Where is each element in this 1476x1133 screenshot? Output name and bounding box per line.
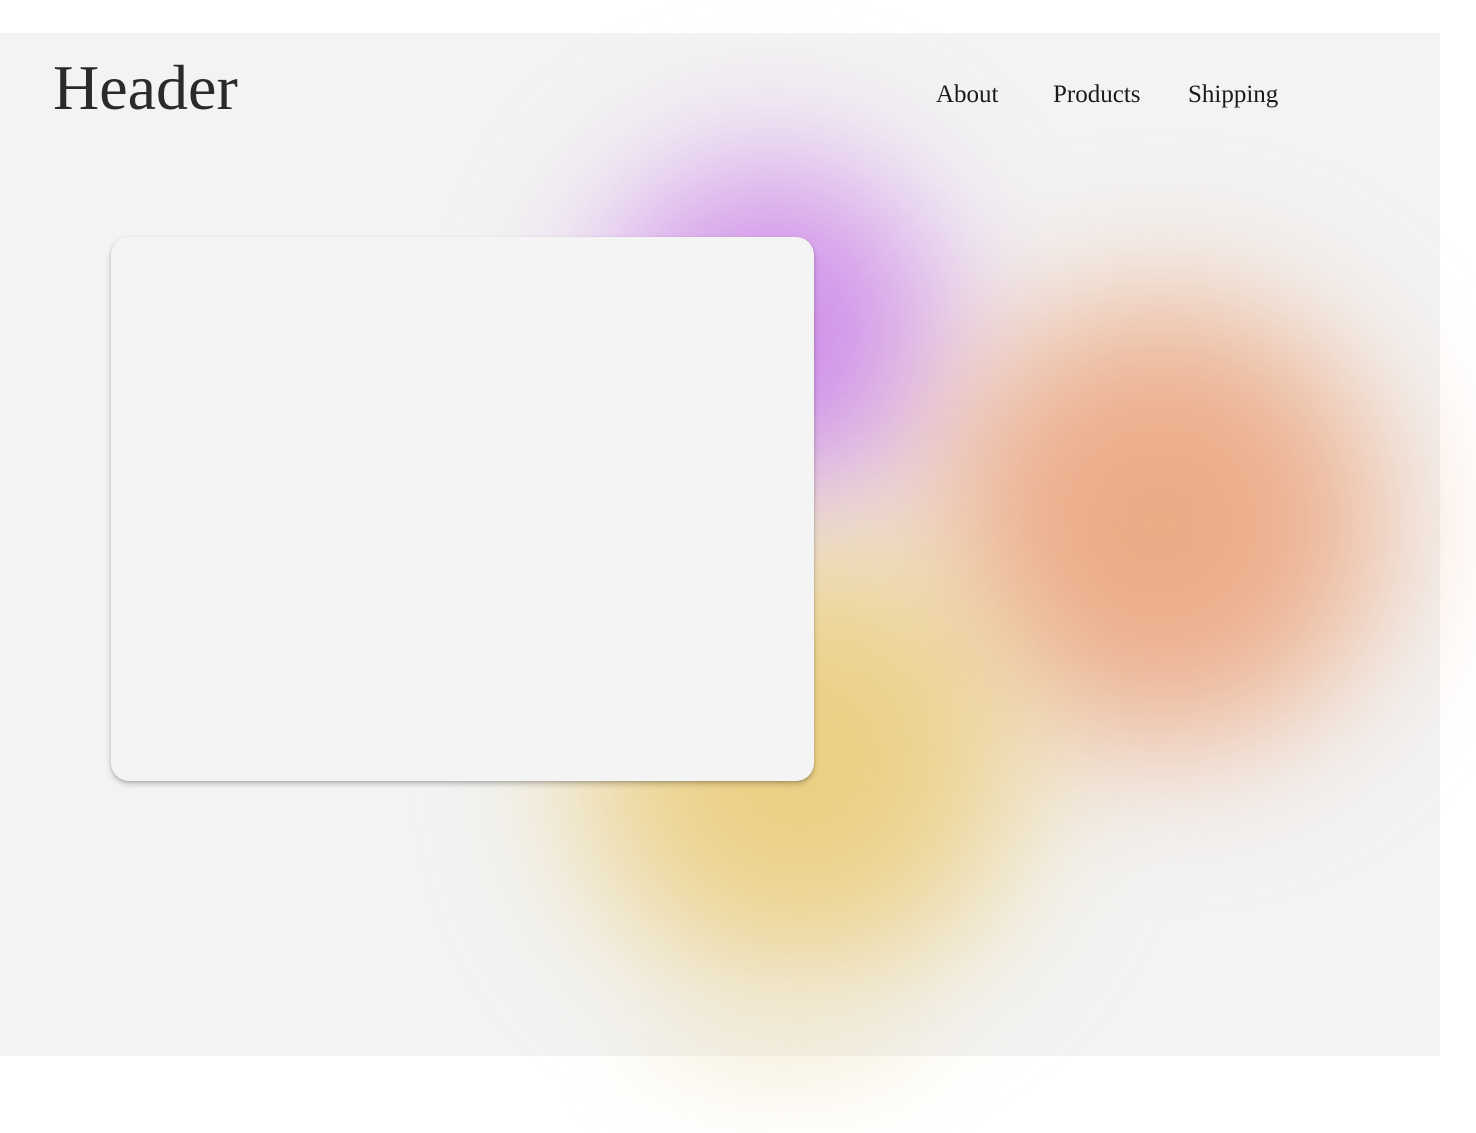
page-canvas: Header About Products Shipping (0, 33, 1440, 1133)
orange-gradient-blob (900, 263, 1420, 783)
yellow-gradient-fade (600, 993, 960, 1133)
nav-item-products[interactable]: Products (1053, 78, 1141, 112)
top-nav: About Products Shipping (0, 78, 1440, 112)
nav-item-shipping[interactable]: Shipping (1188, 78, 1278, 112)
content-card (111, 237, 814, 781)
nav-item-about[interactable]: About (936, 78, 999, 112)
